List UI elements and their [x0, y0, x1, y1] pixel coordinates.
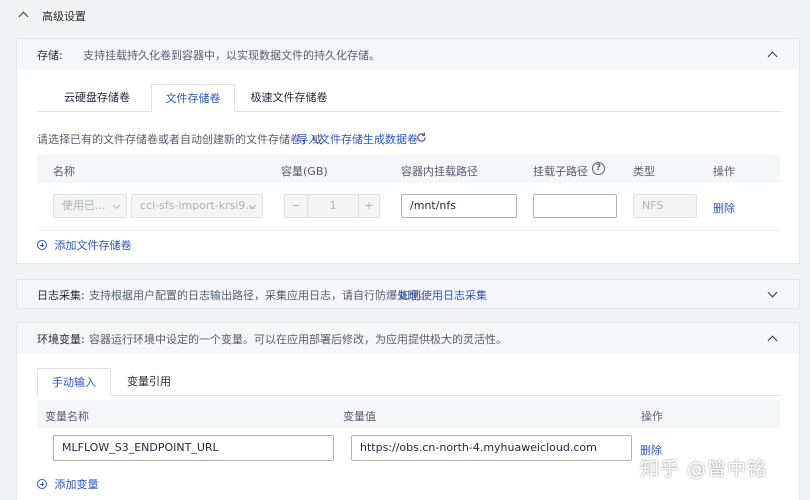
- mount-path-value: /mnt/nfs: [410, 199, 456, 212]
- env-panel-header[interactable]: 环境变量: 容器运行环境中设定的一个变量。可以在应用部署后修改，为应用提供极大的…: [17, 323, 799, 353]
- log-help-link[interactable]: 如何使用日志采集: [399, 287, 487, 303]
- add-circle-icon: [37, 240, 47, 250]
- log-description: 支持根据用户配置的日志输出路径，采集应用日志，请自行防爆处理。: [89, 289, 430, 302]
- storage-hint: 请选择已有的文件存储卷或者自动创建新的文件存储卷，或: [37, 133, 323, 146]
- add-env-button[interactable]: 添加变量: [37, 476, 99, 492]
- env-name-input[interactable]: MLFLOW_S3_ENDPOINT_URL: [53, 435, 334, 461]
- sub-path-input[interactable]: [533, 194, 617, 218]
- chevron-down-icon: [112, 201, 121, 210]
- chevron-up-icon[interactable]: [767, 51, 778, 62]
- advanced-settings-title: 高级设置: [42, 10, 86, 23]
- refresh-icon[interactable]: [416, 132, 427, 143]
- minus-icon: −: [291, 199, 301, 212]
- env-description: 容器运行环境中设定的一个变量。可以在应用部署后修改，为应用提供极大的灵活性。: [89, 333, 507, 346]
- env-name-value: MLFLOW_S3_ENDPOINT_URL: [62, 441, 219, 454]
- storage-label: 存储:: [37, 49, 63, 62]
- tab-variable-reference[interactable]: 变量引用: [117, 368, 181, 395]
- col-capacity: 容量(GB): [281, 165, 328, 178]
- storage-panel: 存储: 支持挂载持久化卷到容器中，以实现数据文件的持久化存储。 云硬盘存储卷 文…: [16, 38, 800, 264]
- tab-evs-volume[interactable]: 云硬盘存储卷: [47, 84, 147, 111]
- col-mount-path: 容器内挂载路径: [401, 165, 478, 178]
- add-env-label: 添加变量: [54, 478, 99, 491]
- storage-table-header: 名称 容量(GB) 容器内挂载路径 挂载子路径 ? 类型 操作: [37, 155, 780, 183]
- tab-sfs-turbo-volume[interactable]: 极速文件存储卷: [237, 84, 341, 111]
- capacity-plus-button[interactable]: +: [358, 194, 380, 218]
- advanced-settings-header[interactable]: 高级设置: [0, 0, 810, 30]
- volume-name-select[interactable]: cci-sfs-import-krsi9...: [131, 194, 263, 218]
- type-value: NFS: [642, 199, 664, 212]
- col-actions: 操作: [713, 165, 735, 178]
- env-value-input[interactable]: https://obs.cn-north-4.myhuaweicloud.com: [351, 435, 632, 461]
- add-sfs-volume-button[interactable]: 添加文件存储卷: [37, 237, 132, 253]
- watermark: 知乎 @曾中铭: [640, 458, 768, 480]
- env-table-header: 变量名称 变量值 操作: [37, 400, 780, 428]
- table-row: 使用已... cci-sfs-import-krsi9... − 1 + /mn…: [37, 183, 780, 231]
- capacity-minus-button[interactable]: −: [284, 194, 308, 218]
- storage-tabs: 云硬盘存储卷 文件存储卷 极速文件存储卷: [37, 84, 781, 112]
- col-type: 类型: [633, 165, 655, 178]
- mount-path-input[interactable]: /mnt/nfs: [401, 194, 517, 218]
- import-sfs-link[interactable]: 导入文件存储生成数据卷: [297, 131, 418, 147]
- tab-manual-input[interactable]: 手动输入: [37, 368, 111, 396]
- env-label: 环境变量:: [37, 333, 85, 346]
- col-var-name: 变量名称: [45, 410, 89, 423]
- volume-name-value: cci-sfs-import-krsi9...: [140, 199, 256, 212]
- col-var-value: 变量值: [343, 410, 376, 423]
- add-sfs-volume-label: 添加文件存储卷: [54, 239, 132, 252]
- volume-mode-select[interactable]: 使用已...: [53, 194, 127, 218]
- capacity-input[interactable]: 1: [307, 194, 359, 218]
- col-var-actions: 操作: [641, 410, 663, 423]
- storage-description: 支持挂载持久化卷到容器中，以实现数据文件的持久化存储。: [83, 49, 380, 62]
- env-value-value: https://obs.cn-north-4.myhuaweicloud.com: [360, 441, 597, 454]
- storage-panel-header[interactable]: 存储: 支持挂载持久化卷到容器中，以实现数据文件的持久化存储。: [17, 39, 799, 69]
- chevron-up-icon[interactable]: [18, 11, 29, 22]
- delete-volume-link[interactable]: 删除: [713, 200, 735, 216]
- volume-mode-value: 使用已...: [62, 199, 106, 212]
- plus-icon: +: [364, 199, 374, 212]
- chevron-down-icon[interactable]: [767, 287, 778, 298]
- add-circle-icon: [37, 479, 47, 489]
- log-panel[interactable]: 日志采集: 支持根据用户配置的日志输出路径，采集应用日志，请自行防爆处理。 如何…: [16, 279, 800, 309]
- log-label: 日志采集:: [37, 289, 85, 302]
- tab-sfs-volume[interactable]: 文件存储卷: [151, 84, 235, 112]
- col-sub-path: 挂载子路径: [533, 165, 588, 178]
- col-name: 名称: [53, 165, 75, 178]
- type-field: NFS: [633, 194, 697, 218]
- env-tabs: 手动输入 变量引用: [37, 368, 781, 396]
- capacity-value: 1: [329, 199, 337, 212]
- log-panel-header[interactable]: 日志采集: 支持根据用户配置的日志输出路径，采集应用日志，请自行防爆处理。 如何…: [17, 280, 799, 308]
- chevron-up-icon[interactable]: [767, 335, 778, 346]
- help-icon[interactable]: ?: [592, 162, 605, 175]
